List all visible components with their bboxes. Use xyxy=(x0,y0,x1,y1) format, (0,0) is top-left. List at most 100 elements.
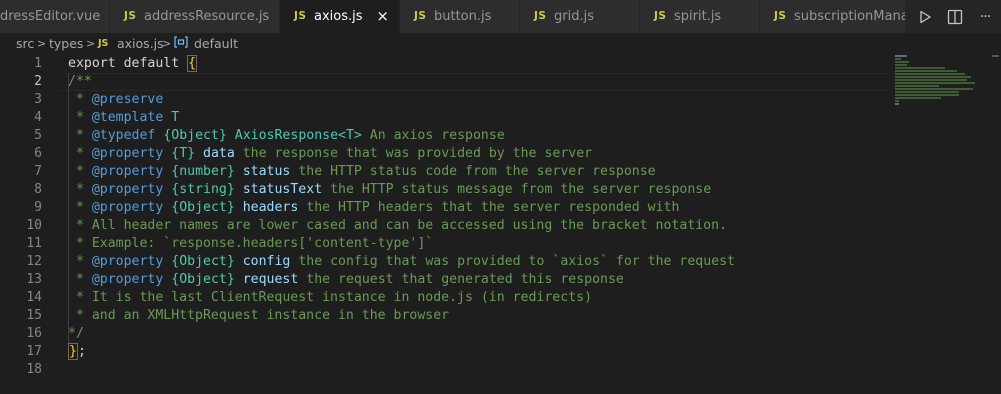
more-actions-icon[interactable]: ··· xyxy=(975,7,995,27)
token-keyword: export xyxy=(68,56,116,71)
split-editor-icon[interactable] xyxy=(945,7,965,27)
token-jsdoc-tag: @typedef xyxy=(91,128,156,143)
token-jsdoc-tag: @property xyxy=(91,182,164,197)
javascript-file-icon: JS xyxy=(124,10,137,22)
code-lines[interactable]: export default { /** * @preserve * @temp… xyxy=(68,55,888,394)
close-icon[interactable]: × xyxy=(376,0,389,33)
line-number: 16 xyxy=(26,326,42,341)
tab-grid-js[interactable]: JS grid.js xyxy=(520,0,640,33)
code-line: */ xyxy=(68,326,84,341)
line-number: 17 xyxy=(26,344,42,359)
javascript-file-icon: JS xyxy=(534,10,547,22)
minimap-line xyxy=(895,79,967,81)
code-line: * All header names are lower cased and c… xyxy=(68,218,727,233)
code-line: * @template T xyxy=(68,109,179,127)
token-jsdoc-param: status xyxy=(242,164,291,179)
editor-actions: ··· xyxy=(905,0,1001,33)
code-line: * Example: `response.headers['content-ty… xyxy=(68,236,434,251)
token-jsdoc-type: {number} xyxy=(171,164,235,179)
code-line: }; xyxy=(68,343,86,361)
token-comment: * xyxy=(68,128,92,143)
tab-addresseditor-vue[interactable]: dressEditor.vue xyxy=(0,0,110,33)
code-line: * and an XMLHttpRequest instance in the … xyxy=(68,308,450,323)
tab-spirit-js[interactable]: JS spirit.js xyxy=(640,0,760,33)
token-jsdoc-tag: @template xyxy=(91,110,164,125)
token-jsdoc-tag: @property xyxy=(91,164,164,179)
run-icon[interactable] xyxy=(915,7,935,27)
token-brace: } xyxy=(68,343,78,360)
javascript-file-icon: JS xyxy=(774,10,787,22)
minimap-line xyxy=(895,100,899,102)
line-number: 8 xyxy=(34,182,42,197)
token-comment: * xyxy=(68,146,92,161)
token-comment: * xyxy=(68,164,92,179)
tab-label: dressEditor.vue xyxy=(0,9,101,24)
code-line: * @preserve xyxy=(68,91,163,109)
breadcrumb-file[interactable]: axios.js xyxy=(117,33,164,55)
token-comment: the config that was provided to `axios` … xyxy=(290,254,735,269)
code-line: * It is the last ClientRequest instance … xyxy=(68,290,593,305)
minimap-line xyxy=(895,64,907,66)
code-line: * @property {T} data the response that w… xyxy=(68,145,592,163)
minimap-line xyxy=(895,67,945,69)
token-jsdoc-param: statusText xyxy=(242,182,323,197)
javascript-file-icon: JS xyxy=(654,10,667,22)
editor-tab-bar: dressEditor.vue JS addressResource.js JS… xyxy=(0,0,1001,33)
code-line: * @property {Object} request the request… xyxy=(68,271,624,289)
line-number: 12 xyxy=(26,254,42,269)
javascript-file-icon: JS xyxy=(414,10,427,22)
token-comment: the HTTP headers that the server respond… xyxy=(298,200,680,215)
line-number: 15 xyxy=(26,308,42,323)
token-jsdoc-param: headers xyxy=(242,200,299,215)
token-comment: the response that was provided by the se… xyxy=(234,146,593,161)
code-line: * @property {number} status the HTTP sta… xyxy=(68,163,656,181)
minimap-line xyxy=(895,61,909,63)
minimap-line xyxy=(895,73,965,75)
token-jsdoc-tag: @property xyxy=(91,254,164,269)
tab-label: subscriptionManag xyxy=(794,9,905,24)
code-line: * @property {string} statusText the HTTP… xyxy=(68,181,711,199)
tab-subscriptionmanager-js[interactable]: JS subscriptionManag xyxy=(760,0,905,33)
token-jsdoc-type: {Object} xyxy=(171,254,235,269)
breadcrumb-types[interactable]: types xyxy=(49,33,83,55)
breadcrumb: src > types > JS axios.js > default xyxy=(0,33,1001,55)
token-jsdoc-type: {T} xyxy=(171,146,196,161)
breadcrumb-src[interactable]: src xyxy=(16,33,34,55)
tab-axios-js[interactable]: JS axios.js × xyxy=(280,0,400,33)
vertical-scrollbar[interactable] xyxy=(990,55,1001,394)
breadcrumb-symbol[interactable]: default xyxy=(194,33,238,55)
code-line: * @typedef {Object} AxiosResponse<T> An … xyxy=(68,127,505,145)
tab-label: spirit.js xyxy=(674,9,722,24)
token-jsdoc-type: {Object} xyxy=(163,128,227,143)
token-jsdoc-type: {Object} xyxy=(171,272,235,287)
minimap-line xyxy=(895,76,971,78)
minimap-line xyxy=(895,85,939,87)
token-comment: * xyxy=(68,110,92,125)
line-number: 14 xyxy=(26,290,42,305)
tab-label: addressResource.js xyxy=(144,9,270,24)
token-brace: { xyxy=(187,55,198,72)
tab-label: axios.js xyxy=(314,9,363,24)
tab-addressresource-js[interactable]: JS addressResource.js xyxy=(110,0,280,33)
token-comment: * xyxy=(68,200,92,215)
tab-list: dressEditor.vue JS addressResource.js JS… xyxy=(0,0,905,33)
token-comment: * xyxy=(68,254,92,269)
token-comment: * xyxy=(68,182,92,197)
minimap-line xyxy=(895,97,941,99)
symbol-variable-icon xyxy=(174,33,188,55)
token-comment: * xyxy=(68,92,92,107)
minimap-line xyxy=(895,94,959,96)
code-line: /** xyxy=(68,74,92,89)
token-jsdoc-param: config xyxy=(242,254,291,269)
token-comment: An axios response xyxy=(361,128,505,143)
code-line: export default { xyxy=(68,55,198,73)
code-editor[interactable]: 1 2 3 4 5 6 7 8 9 10 11 12 13 14 15 16 1… xyxy=(0,55,1001,394)
tab-button-js[interactable]: JS button.js xyxy=(400,0,520,33)
token-jsdoc-type: {string} xyxy=(171,182,235,197)
javascript-file-icon: JS xyxy=(98,38,109,49)
code-line: * @property {Object} config the config t… xyxy=(68,253,735,271)
line-number: 5 xyxy=(34,128,42,143)
line-number: 18 xyxy=(26,362,42,377)
tab-label: grid.js xyxy=(554,9,594,24)
minimap[interactable] xyxy=(893,55,987,394)
